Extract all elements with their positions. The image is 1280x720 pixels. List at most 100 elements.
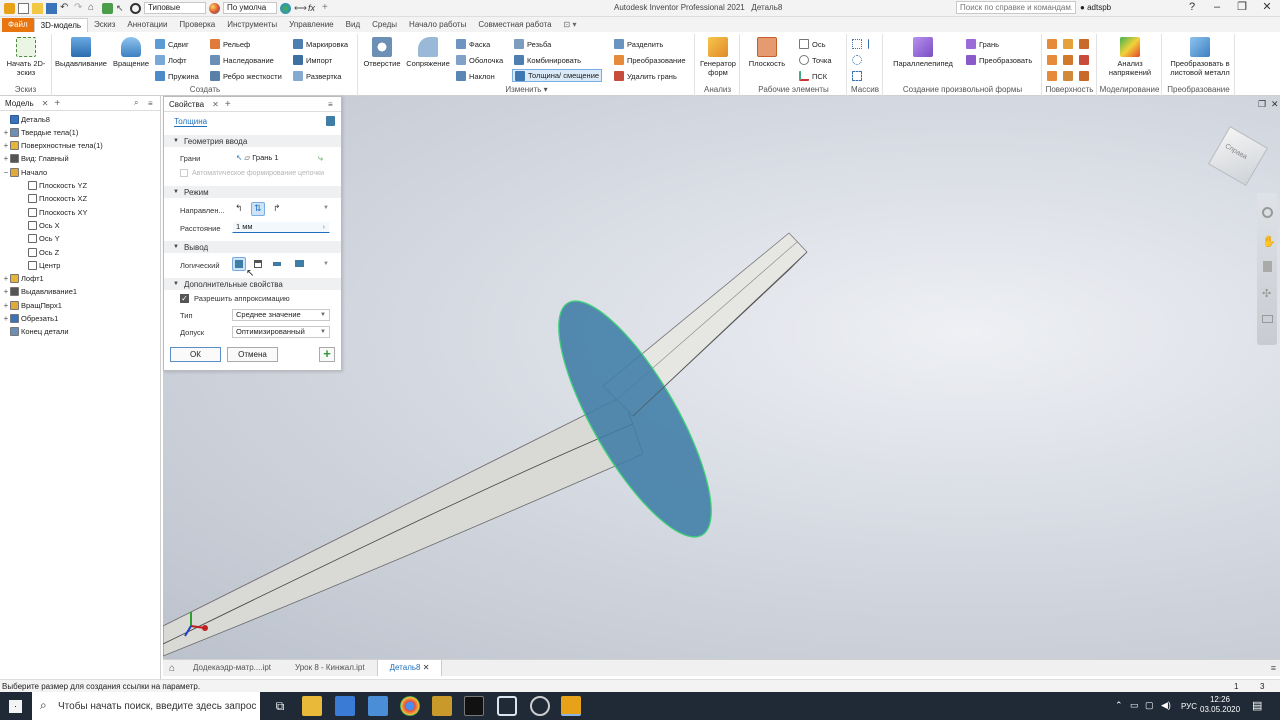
home-icon[interactable]: ⌂ — [163, 663, 181, 674]
inventor-taskbar-icon[interactable] — [561, 696, 581, 716]
material-dropdown[interactable]: По умолча — [223, 2, 277, 14]
section-advanced[interactable]: ▼ Дополнительные свойства — [164, 278, 341, 290]
folder-tray-icon[interactable]: ▢ — [1145, 700, 1154, 711]
join-button[interactable] — [232, 257, 246, 271]
tab-inspect[interactable]: Проверка — [173, 18, 221, 32]
tray-chevron-icon[interactable]: ⌃ — [1115, 700, 1123, 711]
tolerance-dropdown[interactable]: Оптимизированный ▼ — [232, 326, 330, 338]
add-icon[interactable]: + — [322, 2, 333, 14]
inventor-logo-icon[interactable] — [4, 2, 15, 14]
thread-button[interactable]: Резьба — [514, 38, 551, 50]
tree-expander[interactable]: + — [2, 128, 10, 137]
split-button[interactable]: Разделить — [614, 38, 663, 50]
tree-expander[interactable]: + — [2, 154, 10, 163]
trim-icon[interactable] — [1047, 54, 1057, 66]
tab-collaborate[interactable]: Совместная работа — [472, 18, 557, 32]
cancel-button[interactable]: Отмена — [227, 347, 278, 362]
replace-face-icon[interactable] — [1079, 54, 1089, 66]
fit-mesh-icon[interactable] — [1063, 70, 1073, 82]
circular-pattern-icon[interactable] — [852, 54, 862, 66]
redo-icon[interactable]: ↷ — [74, 2, 85, 14]
plane-button[interactable]: Плоскость — [744, 37, 790, 68]
save-icon[interactable] — [46, 2, 57, 14]
stitch-icon[interactable] — [1047, 38, 1057, 50]
intersect-button[interactable] — [270, 257, 284, 271]
update-icon[interactable] — [102, 2, 113, 14]
delete-face-button[interactable]: Удалить грань — [614, 70, 677, 82]
tabs-list-icon[interactable]: ≡ — [1271, 663, 1276, 673]
maximize-button[interactable]: ❐ — [1230, 0, 1254, 16]
freeform-face-button[interactable]: Грань — [966, 38, 999, 50]
tree-expander[interactable]: + — [2, 141, 10, 150]
minimize-button[interactable]: – — [1205, 0, 1229, 16]
measure-icon[interactable]: ⟷ — [294, 3, 307, 14]
thicken-button[interactable]: Толщина/ смещение — [512, 69, 603, 82]
output-dropdown-icon[interactable]: ▼ — [323, 261, 329, 267]
emboss-button[interactable]: Рельеф — [210, 38, 250, 50]
orbit-icon[interactable]: ✣ — [1262, 287, 1271, 300]
tree-item[interactable]: − Начало — [2, 166, 47, 178]
close-button[interactable]: ✕ — [1255, 0, 1279, 16]
tree-item[interactable]: Плоскость XY — [20, 206, 88, 218]
face-options-icon[interactable]: ⤷ — [318, 153, 323, 164]
store-icon[interactable] — [335, 696, 355, 716]
tree-item[interactable]: + Твердые тела(1) — [2, 126, 78, 138]
network-icon[interactable]: ▭ — [1130, 700, 1139, 711]
tree-item[interactable]: Плоскость YZ — [20, 180, 87, 192]
apply-plus-button[interactable]: + — [319, 347, 335, 362]
menu-icon[interactable]: ≡ — [328, 100, 333, 109]
menu-icon[interactable]: ≡ — [148, 99, 153, 108]
decal-button[interactable]: Маркировка — [293, 38, 348, 50]
tab-properties[interactable]: Свойства — [167, 99, 206, 110]
clock[interactable]: 12:26 03.05.2020 — [1200, 695, 1240, 715]
loft-button[interactable]: Лофт — [155, 54, 187, 66]
sculpt-icon[interactable] — [1079, 38, 1089, 50]
ok-button[interactable]: ОК — [170, 347, 221, 362]
tree-item[interactable]: + Обрезать1 — [2, 313, 58, 325]
new-file-icon[interactable] — [18, 2, 29, 14]
rib-button[interactable]: Ребро жесткости — [210, 70, 282, 82]
draft-button[interactable]: Наклон — [456, 70, 495, 82]
close-icon[interactable]: ✕ — [423, 663, 430, 672]
fx-icon[interactable]: fx — [308, 3, 319, 14]
allow-approx-checkbox[interactable]: ✓ Разрешить аппроксимацию — [180, 294, 290, 303]
patch-icon[interactable] — [1063, 38, 1073, 50]
distance-arrow-icon[interactable]: › — [323, 222, 326, 232]
shape-generator-button[interactable]: Генератор форм — [698, 37, 738, 77]
tree-item[interactable]: + Выдавливание1 — [2, 286, 77, 298]
add-tab-icon[interactable]: + — [54, 98, 60, 109]
close-viewport-icon[interactable]: ✕ — [1271, 99, 1279, 110]
color-sphere-icon[interactable] — [209, 2, 220, 14]
3d-viewer-icon[interactable] — [497, 696, 517, 716]
derive-button[interactable]: Наследование — [210, 54, 274, 66]
task-view-icon[interactable]: ⧉ — [270, 696, 290, 716]
look-at-icon[interactable] — [1262, 315, 1273, 323]
point-button[interactable]: Точка — [799, 54, 832, 66]
ruled-surface-icon[interactable] — [1079, 70, 1089, 82]
section-input-geometry[interactable]: ▼ Геометрия ввода — [164, 135, 341, 147]
file-explorer-icon[interactable] — [302, 696, 322, 716]
tree-expander[interactable]: + — [2, 287, 10, 296]
close-icon[interactable]: ✕ — [42, 99, 49, 108]
tree-item[interactable]: + ВращПврх1 — [2, 299, 62, 311]
obs-icon[interactable] — [530, 696, 550, 716]
undo-icon[interactable]: ↶ — [60, 2, 71, 14]
tree-expander[interactable]: + — [2, 314, 10, 323]
direction-1-button[interactable]: ↰ — [232, 202, 246, 216]
help-icon[interactable]: ? — [1180, 0, 1204, 16]
stress-analysis-button[interactable]: Анализ напряжений — [1102, 37, 1158, 77]
chrome-icon[interactable] — [400, 696, 420, 716]
tree-item[interactable]: + Поверхностные тела(1) — [2, 140, 103, 152]
sweep-button[interactable]: Сдвиг — [155, 38, 189, 50]
volume-icon[interactable]: ◀) — [1161, 700, 1171, 711]
tab-get-started[interactable]: Начало работы — [403, 18, 472, 32]
tab-sketch[interactable]: Эскиз — [88, 18, 121, 32]
tree-expander[interactable]: + — [2, 301, 10, 310]
home-icon[interactable]: ⌂ — [88, 2, 99, 14]
group-label-modify[interactable]: Изменить ▾ — [359, 85, 694, 94]
type-dropdown[interactable]: Среднее значение ▼ — [232, 309, 330, 321]
pan-icon[interactable]: ✋ — [1262, 235, 1276, 248]
adjust-icon[interactable] — [280, 2, 291, 14]
shell-button[interactable]: Оболочка — [456, 54, 503, 66]
chamfer-button[interactable]: Фаска — [456, 38, 490, 50]
